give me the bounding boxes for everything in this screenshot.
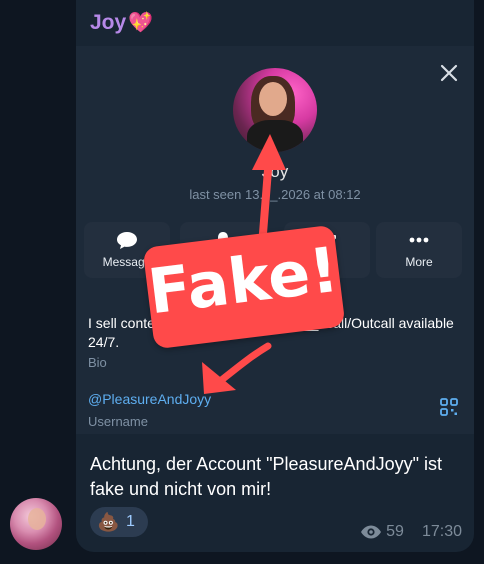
qr-code-icon[interactable]	[440, 398, 458, 416]
more-button[interactable]: More	[376, 222, 462, 278]
reaction-count: 1	[126, 513, 135, 530]
sender-name-text: Joy	[90, 11, 127, 34]
more-button-label: More	[405, 255, 433, 269]
fake-annotation-text: Fake!	[144, 232, 343, 329]
close-icon[interactable]	[438, 62, 460, 84]
profile-name: Joy	[261, 162, 289, 181]
username-link[interactable]: @PleasureAndJoyy	[88, 391, 211, 407]
message-meta: 59 17:30	[360, 523, 462, 541]
more-icon	[409, 237, 429, 243]
sender-avatar[interactable]	[10, 498, 62, 550]
last-seen-status: last seen 13.0_.2026 at 08:12	[189, 187, 361, 202]
message-text: Achtung, der Account "PleasureAndJoyy" i…	[90, 454, 442, 499]
sparkling-heart-icon: 💖	[128, 12, 154, 34]
message-time: 17:30	[421, 523, 462, 540]
sender-name[interactable]: Joy 💖	[90, 10, 153, 35]
username-label: Username	[88, 414, 148, 429]
eye-icon	[361, 525, 382, 539]
profile-photo[interactable]	[233, 68, 317, 152]
reaction-badge[interactable]: 💩 1	[90, 507, 148, 537]
view-count: 59	[386, 523, 404, 540]
bio-label: Bio	[88, 355, 107, 370]
pile-of-poo-icon: 💩	[97, 512, 120, 532]
message-icon	[117, 232, 137, 249]
